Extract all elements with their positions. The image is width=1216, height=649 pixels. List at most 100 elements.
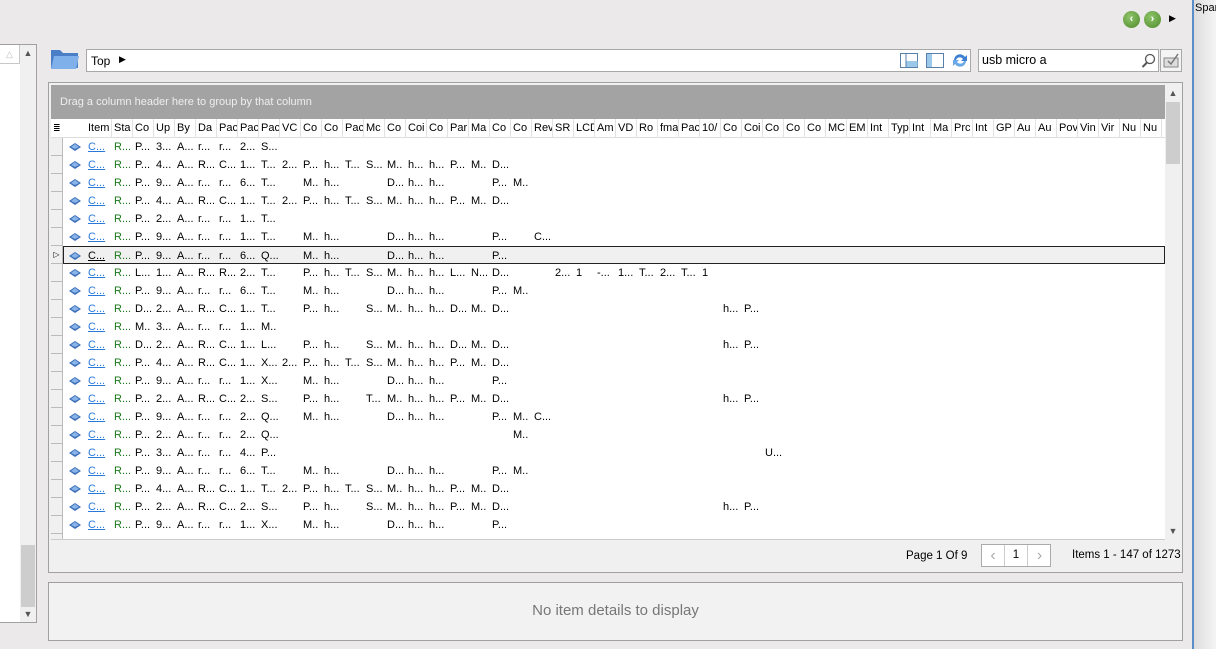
column-header[interactable]: Pac [217, 119, 238, 138]
column-header[interactable]: Au [1036, 119, 1057, 138]
table-row[interactable]: C... R... P... 2... A... r... r... 1... T... [51, 210, 1165, 228]
column-header[interactable]: Co [805, 119, 826, 138]
path-breadcrumb[interactable]: Top ▶ [86, 49, 971, 72]
table-row[interactable]: C... R... P... 9... A... r... r... 6... T... M.. h… [51, 282, 1165, 300]
grid-vertical-scrollbar[interactable]: ▲ ▼ [1165, 85, 1181, 539]
column-header[interactable]: Prc [952, 119, 973, 138]
current-page-field[interactable]: 1 [1005, 545, 1028, 566]
column-header[interactable]: Da [196, 119, 217, 138]
column-header[interactable]: 10/ [700, 119, 721, 138]
table-row[interactable]: C... R... P... 9... A... r... r... 1... T... M.. h… [51, 228, 1165, 246]
column-header[interactable]: VC [280, 119, 301, 138]
column-header[interactable]: Co [511, 119, 532, 138]
search-box[interactable] [978, 49, 1159, 72]
item-link[interactable]: C... [88, 228, 113, 246]
scroll-up-icon[interactable]: ▲ [1165, 85, 1181, 101]
column-header[interactable]: Par [448, 119, 469, 138]
column-header[interactable]: Am [595, 119, 616, 138]
table-row[interactable]: C... R... P... 3... A... r... r... 2... S... [51, 138, 1165, 156]
column-header[interactable]: Ma [931, 119, 952, 138]
column-header[interactable]: Co [322, 119, 343, 138]
column-header[interactable]: Pac [343, 119, 364, 138]
table-row[interactable]: C... R... P... 2... A... R... C... 2... S... P...… [51, 498, 1165, 516]
column-header[interactable]: Au [1015, 119, 1036, 138]
item-link[interactable]: C... [88, 174, 113, 192]
scroll-down-icon[interactable]: ▼ [1165, 523, 1181, 539]
column-header[interactable]: Co [301, 119, 322, 138]
search-options-button[interactable] [1160, 49, 1182, 72]
column-header[interactable]: SR [553, 119, 574, 138]
column-header[interactable]: fma [658, 119, 679, 138]
table-row[interactable]: C... R... P... 4... A... R... C... 1... T... 2...… [51, 480, 1165, 498]
column-header[interactable]: VD [616, 119, 637, 138]
column-header[interactable]: GP [994, 119, 1015, 138]
item-link[interactable]: C... [88, 498, 113, 516]
column-header[interactable]: Vir [1099, 119, 1120, 138]
item-link[interactable]: C... [88, 138, 113, 156]
table-row[interactable]: C... R... P... 9... A... r... r... 6... T... M.. h… [51, 174, 1165, 192]
column-header[interactable]: EM [847, 119, 868, 138]
sort-indicator[interactable]: △ [0, 45, 20, 64]
breadcrumb-arrow-icon[interactable]: ▶ [119, 54, 126, 65]
item-link[interactable]: C... [88, 372, 113, 390]
column-header[interactable]: Ma [469, 119, 490, 138]
left-scrollbar[interactable]: ▲ ▼ [20, 45, 36, 622]
table-row[interactable]: C... R... P... 4... A... R... C... 1... T... 2...… [51, 156, 1165, 174]
item-link[interactable]: C... [88, 480, 113, 498]
column-header[interactable]: Co [385, 119, 406, 138]
column-header[interactable]: Co [784, 119, 805, 138]
scroll-down-icon[interactable]: ▼ [20, 606, 36, 622]
column-header[interactable]: Nu [1120, 119, 1141, 138]
breadcrumb-top[interactable]: Top [91, 54, 110, 68]
item-link[interactable]: C... [88, 300, 113, 318]
prev-page-button[interactable]: ‹ [982, 545, 1005, 566]
forward-button[interactable]: › [1144, 11, 1161, 28]
column-header[interactable]: Sta [112, 119, 133, 138]
item-link[interactable]: C... [88, 318, 113, 336]
search-icon[interactable] [1141, 53, 1156, 68]
table-row[interactable]: C... R... P... 2... A... r... r... 2... Q... M.. [51, 426, 1165, 444]
column-header[interactable]: Co [763, 119, 784, 138]
item-link[interactable]: C... [88, 444, 113, 462]
table-row[interactable]: C... R... D... 2... A... R... C... 1... L... P...… [51, 336, 1165, 354]
scroll-thumb[interactable] [1166, 102, 1180, 164]
column-header[interactable]: Typ [889, 119, 910, 138]
column-header[interactable]: Mc [364, 119, 385, 138]
column-header[interactable]: Pov [1057, 119, 1078, 138]
table-row[interactable]: C... R... P... 9... A... r... r... 6... T... M.. h… [51, 462, 1165, 480]
column-header[interactable]: Up [154, 119, 175, 138]
layout-side-icon[interactable] [926, 53, 944, 68]
column-header[interactable]: Co [133, 119, 154, 138]
table-row[interactable]: C... R... P... 9... A... r... r... 6... Q... M.. h… [63, 246, 1165, 264]
column-header[interactable]: Rev [532, 119, 553, 138]
column-header[interactable]: Int [973, 119, 994, 138]
column-header[interactable]: Int [868, 119, 889, 138]
refresh-icon[interactable] [951, 53, 969, 68]
item-link[interactable]: C... [88, 210, 113, 228]
column-header[interactable]: Nu [1141, 119, 1162, 138]
layout-bottom-icon[interactable] [900, 53, 918, 68]
column-header[interactable]: By [175, 119, 196, 138]
item-link[interactable]: C... [88, 408, 113, 426]
item-link[interactable]: C... [88, 390, 113, 408]
column-header[interactable]: LCD [574, 119, 595, 138]
item-link[interactable]: C... [88, 426, 113, 444]
table-row[interactable]: C... R... P... 3... A... r... r... 4... P... U... [51, 444, 1165, 462]
column-header[interactable]: Item [86, 119, 112, 138]
item-link[interactable]: C... [88, 462, 113, 480]
item-link[interactable]: C... [88, 247, 113, 265]
table-row[interactable]: C... R... D... 2... A... R... C... 1... T... P...… [51, 300, 1165, 318]
column-header[interactable]: Coi [742, 119, 763, 138]
row-selector[interactable]: ▷ [51, 246, 63, 264]
table-row[interactable]: C... R... P... 4... A... R... C... 1... T... 2...… [51, 192, 1165, 210]
column-header[interactable]: Co [427, 119, 448, 138]
item-link[interactable]: C... [88, 516, 113, 534]
column-header[interactable]: Ro [637, 119, 658, 138]
table-row[interactable]: C... R... P... 9... A... r... r... 2... Q... M.. h… [51, 408, 1165, 426]
item-link[interactable]: C... [88, 282, 113, 300]
column-chooser-icon[interactable]: ≣ [51, 119, 63, 138]
column-header[interactable]: Vin [1078, 119, 1099, 138]
item-link[interactable]: C... [88, 156, 113, 174]
table-row[interactable]: C... R... P... 2... A... R... C... 2... S... P...… [51, 390, 1165, 408]
column-header[interactable]: Int [910, 119, 931, 138]
